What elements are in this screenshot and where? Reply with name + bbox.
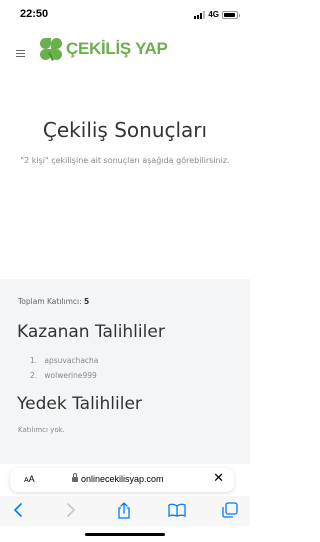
status-time: 22:50 xyxy=(20,8,49,20)
back-icon[interactable] xyxy=(8,500,28,520)
menu-icon[interactable] xyxy=(16,50,25,57)
bookmarks-icon[interactable] xyxy=(167,500,187,520)
status-bar: 22:50 4G xyxy=(0,0,250,30)
list-item: 1. apsuvachacha xyxy=(30,353,98,368)
list-item: 2. wolwerine999 xyxy=(30,368,98,383)
reader-aa-button[interactable]: AA xyxy=(24,474,35,484)
battery-icon xyxy=(222,10,240,19)
winner-number: 1. xyxy=(30,356,38,365)
site-header: ÇEKİLİŞ YAP xyxy=(0,30,250,76)
clover-icon xyxy=(40,38,62,60)
browser-toolbar xyxy=(0,496,250,526)
close-icon[interactable]: ✕ xyxy=(213,472,224,486)
results-section: Toplam Katılımcı: 5 Kazanan Talihliler 1… xyxy=(0,279,250,464)
hero-section: Çekiliş Sonuçları "2 kişi" çekilişine ai… xyxy=(0,76,250,279)
share-icon[interactable] xyxy=(114,500,134,520)
participants-label: Toplam Katılımcı: xyxy=(18,297,82,306)
home-indicator xyxy=(85,533,165,536)
backup-empty-text: Katılımcı yok. xyxy=(18,426,65,434)
winners-title: Kazanan Talihliler xyxy=(17,322,165,342)
address-bar[interactable]: AA onlinecekilisyap.com ✕ xyxy=(10,468,234,492)
tabs-icon[interactable] xyxy=(220,500,240,520)
winner-number: 2. xyxy=(30,371,38,380)
page-title: Çekiliş Sonuçları xyxy=(42,118,208,142)
forward-icon[interactable] xyxy=(61,500,81,520)
site-logo[interactable]: ÇEKİLİŞ YAP xyxy=(40,38,168,60)
page-subtitle: "2 kişi" çekilişine ait sonuçları aşağıd… xyxy=(20,156,230,165)
backup-title: Yedek Talihliler xyxy=(17,394,142,414)
network-label: 4G xyxy=(208,10,219,19)
logo-text: ÇEKİLİŞ YAP xyxy=(66,39,168,58)
lock-icon xyxy=(72,473,78,483)
url-text[interactable]: onlinecekilisyap.com xyxy=(81,474,164,484)
battery-level xyxy=(224,12,235,17)
winner-name: apsuvachacha xyxy=(44,356,99,365)
winner-name: wolwerine999 xyxy=(44,371,97,380)
status-icons: 4G xyxy=(194,10,240,19)
participants-total: Toplam Katılımcı: 5 xyxy=(18,297,89,306)
participants-count: 5 xyxy=(84,297,90,306)
signal-icon xyxy=(194,10,206,19)
winner-list: 1. apsuvachacha 2. wolwerine999 xyxy=(30,353,98,383)
